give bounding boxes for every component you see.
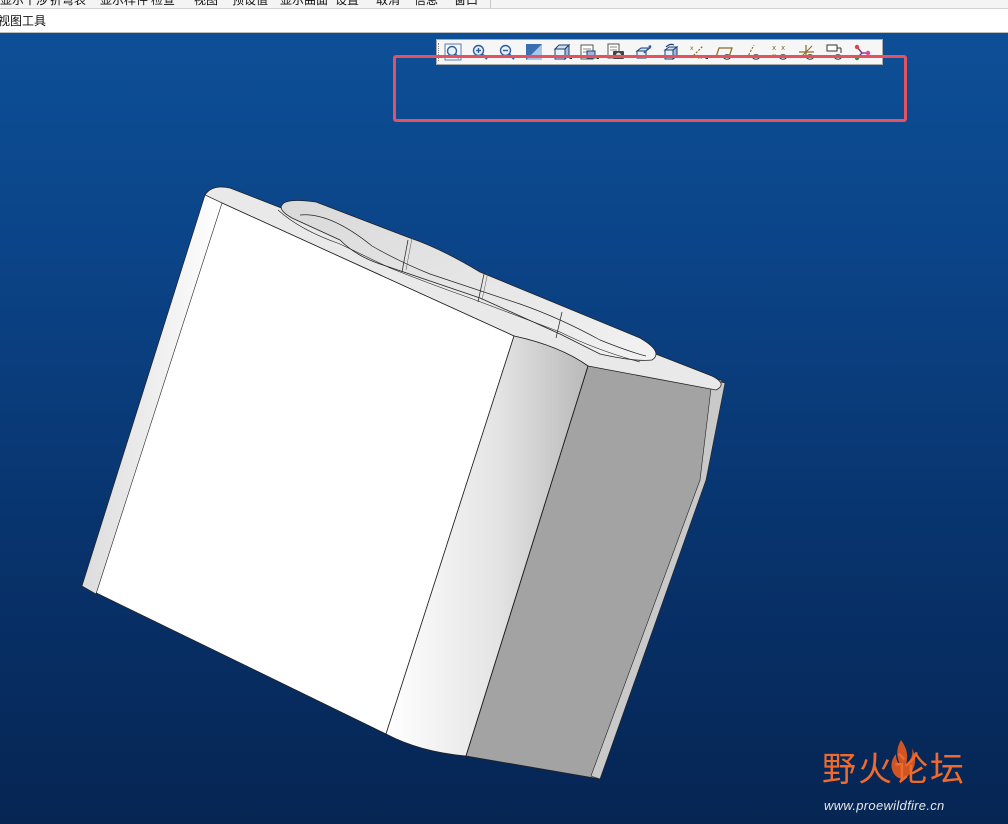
menu-item[interactable]: 窗口 [454, 0, 478, 8]
top-menu-bar: 显示干涉 折弯表 显示样件 检查 视图 预设值 显示曲面 设置 取消 信息 窗口 [0, 0, 1008, 9]
menu-item[interactable]: 显示曲面 [280, 0, 328, 8]
menu-item[interactable]: 检查 [151, 0, 175, 8]
watermark-url: www.proewildfire.cn [824, 798, 945, 813]
menu-item[interactable]: 取消 [376, 0, 400, 8]
menu-divider [490, 0, 491, 8]
watermark-title: 野火论坛 [822, 750, 966, 790]
svg-text:x: x [772, 44, 776, 52]
svg-text:x: x [690, 45, 694, 52]
menu-item[interactable]: 信息 [414, 0, 438, 8]
highlight-box [393, 55, 907, 122]
svg-text:x: x [781, 44, 785, 52]
menu-item[interactable]: 设置 [335, 0, 359, 8]
menu-item[interactable]: 显示干涉 [0, 0, 48, 8]
menu-item[interactable]: 折弯表 [50, 0, 86, 8]
graphics-viewport[interactable]: xx xxx [0, 33, 1008, 824]
toolbar-label-bar: 视图工具 [0, 9, 1008, 33]
watermark: 野火论坛 www.proewildfire.cn [822, 740, 1002, 818]
model-3d[interactable] [0, 33, 1008, 824]
menu-item[interactable]: 显示样件 [100, 0, 148, 8]
menu-item[interactable]: 预设值 [232, 0, 268, 8]
toolbar-label: 视图工具 [0, 14, 47, 28]
menu-item[interactable]: 视图 [194, 0, 218, 8]
